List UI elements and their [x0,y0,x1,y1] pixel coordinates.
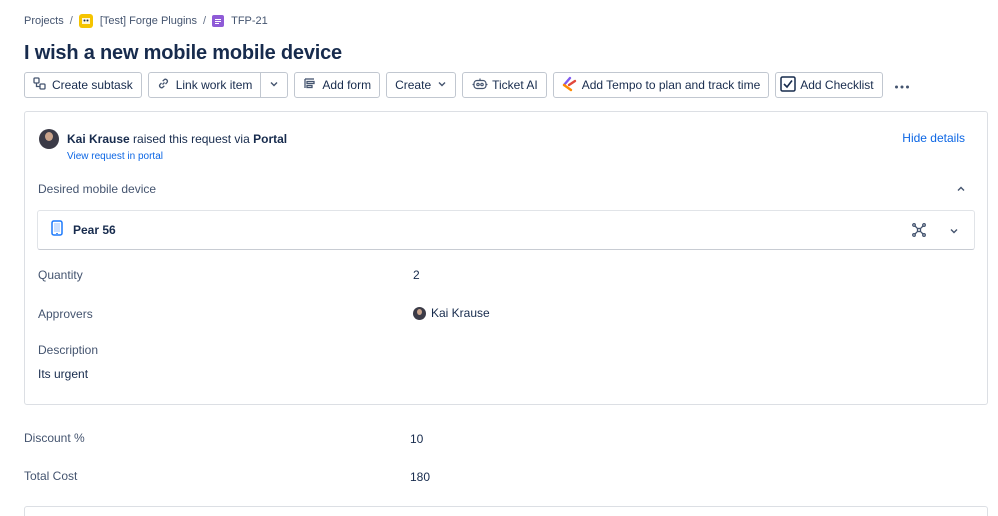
request-details-card: Kai Krause raised this request via Porta… [24,111,988,405]
device-name: Pear 56 [73,223,116,237]
view-request-in-portal-link[interactable]: View request in portal [67,151,163,162]
more-actions-button[interactable] [889,72,915,98]
avatar[interactable] [413,306,426,320]
create-label: Create [395,78,432,92]
approver-name[interactable]: Kai Krause [431,306,490,320]
quantity-label: Quantity [38,268,83,282]
checklist-icon [780,75,796,95]
add-tempo-label: Add Tempo to plan and track time [581,78,761,92]
quantity-value-text: 2 [413,268,420,282]
approvers-label: Approvers [38,307,93,321]
discount-label: Discount % [24,431,85,445]
link-work-item-label: Link work item [175,78,253,92]
chevron-up-icon[interactable] [955,182,967,200]
breadcrumb-project-label: [Test] Forge Plugins [99,15,198,27]
form-icon [303,77,316,93]
chevron-down-icon [437,78,447,92]
approvers-value: Kai Krause [413,306,490,320]
discount-value[interactable]: 10 [410,432,423,446]
add-checklist-label: Add Checklist [800,78,874,92]
next-section-card [24,506,988,516]
total-cost-label: Total Cost [24,469,78,483]
chevron-down-icon[interactable] [948,224,960,242]
chevron-down-icon [269,78,279,92]
toolbar: Create subtask Link work item Add form C… [24,72,915,98]
description-value: Its urgent [38,367,89,381]
project-icon [78,14,93,28]
device-actions [912,223,960,242]
breadcrumb-separator: / [203,15,207,27]
breadcrumb-separator: / [69,15,73,27]
reporter-text: Kai Krause raised this request via Porta… [67,132,287,146]
breadcrumb-issue-key: TFP-21 [231,15,268,27]
breadcrumb-project[interactable]: [Test] Forge Plugins [78,14,198,28]
subtask-icon [33,77,46,93]
link-work-item-dropdown[interactable] [261,73,287,97]
add-form-label: Add form [322,78,372,92]
issue-type-icon [212,15,225,27]
add-tempo-button[interactable]: Add Tempo to plan and track time [552,72,770,98]
robot-icon [471,77,489,94]
description-label: Description [38,343,99,357]
create-dropdown-button[interactable]: Create [386,72,457,98]
hide-details-button[interactable]: Hide details [902,131,965,145]
desired-device-label: Desired mobile device [38,182,157,196]
device-asset-row[interactable]: Pear 56 [37,210,975,250]
ticket-ai-label: Ticket AI [492,78,538,92]
tempo-icon [562,76,578,95]
link-work-item-split-button: Link work item [147,72,289,98]
breadcrumb: Projects / [Test] Forge Plugins / TFP-21 [24,14,268,28]
add-form-button[interactable]: Add form [294,72,381,98]
phone-icon [51,219,63,241]
relationship-graph-icon[interactable] [912,223,926,242]
raised-text: raised this request via [133,132,250,146]
ticket-ai-button[interactable]: Ticket AI [462,72,547,98]
breadcrumb-projects-label: Projects [24,15,64,27]
link-icon [157,77,170,93]
total-cost-value[interactable]: 180 [410,470,430,484]
reporter-name[interactable]: Kai Krause [67,132,130,146]
page-title[interactable]: I wish a new mobile mobile device [24,42,342,65]
add-checklist-button[interactable]: Add Checklist [775,72,883,98]
quantity-value: 2 [413,268,420,282]
create-subtask-button[interactable]: Create subtask [24,72,142,98]
breadcrumb-projects[interactable]: Projects [24,15,64,27]
reporter-line: Kai Krause raised this request via Porta… [39,129,287,149]
create-subtask-label: Create subtask [52,78,133,92]
breadcrumb-issue[interactable]: TFP-21 [212,15,268,27]
request-channel: Portal [253,132,288,146]
more-icon [894,76,910,94]
link-work-item-button[interactable]: Link work item [149,73,261,97]
avatar[interactable] [39,129,59,149]
